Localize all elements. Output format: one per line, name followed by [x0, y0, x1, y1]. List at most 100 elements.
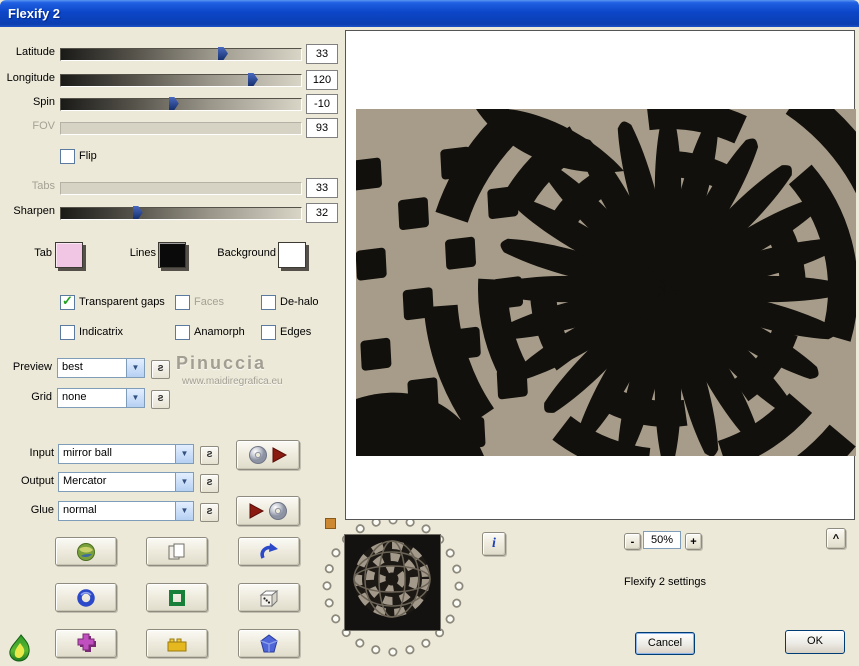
edges-checkbox[interactable]	[261, 325, 276, 340]
glue-step-marker[interactable]	[325, 518, 336, 529]
dice-icon	[259, 589, 279, 607]
output-s-button[interactable]: ƨ	[200, 474, 219, 493]
spin-value[interactable]: -10	[306, 94, 338, 114]
flip-checkbox[interactable]	[60, 149, 75, 164]
mirror-ball-preview-icon	[345, 535, 440, 630]
window-title: Flexify 2	[8, 6, 61, 21]
chevron-down-icon[interactable]: ▼	[126, 389, 144, 407]
input-thumbnail[interactable]	[344, 534, 441, 631]
tabs-label: Tabs	[31, 180, 55, 192]
input-s-button[interactable]: ƨ	[200, 446, 219, 465]
dehalo-label: De-halo	[280, 296, 319, 308]
globe-button[interactable]	[55, 537, 117, 566]
glue-select-value: normal	[63, 504, 97, 516]
gem-icon	[260, 633, 278, 652]
status-text: Flexify 2 settings	[624, 576, 706, 588]
sharpen-label: Sharpen	[13, 205, 55, 217]
output-label: Output	[20, 475, 54, 487]
undo-button[interactable]	[238, 537, 300, 566]
sharpen-slider[interactable]	[60, 206, 302, 220]
plus-icon: +	[690, 535, 697, 548]
input-render-button[interactable]	[236, 440, 300, 470]
grid-select[interactable]: none ▼	[57, 388, 145, 408]
cross-button[interactable]	[55, 629, 117, 658]
brick-icon	[167, 638, 187, 651]
anamorph-label: Anamorph	[194, 326, 245, 338]
preview-s-button[interactable]: ƨ	[151, 360, 170, 379]
minus-icon: -	[630, 535, 635, 548]
lines-color-swatch[interactable]	[158, 242, 186, 268]
zoom-in-button[interactable]: +	[685, 533, 702, 550]
input-label: Input	[29, 447, 54, 459]
tab-color-swatch[interactable]	[55, 242, 83, 268]
info-icon: i	[492, 536, 496, 551]
copy-icon	[168, 543, 185, 559]
flip-label: Flip	[79, 150, 97, 162]
faces-label: Faces	[194, 296, 224, 308]
globe-icon	[77, 542, 95, 561]
transparent-gaps-checkbox[interactable]: ✓	[60, 293, 75, 310]
brick-button[interactable]	[146, 629, 208, 658]
indicatrix-checkbox[interactable]	[60, 325, 75, 340]
undo-arrow-icon	[260, 542, 278, 559]
ring-icon	[77, 588, 95, 607]
ring-button[interactable]	[55, 583, 117, 612]
chevron-down-icon[interactable]: ▼	[175, 502, 193, 520]
output-select-value: Mercator	[63, 475, 107, 487]
green-square-icon	[169, 589, 185, 606]
copy-button[interactable]	[146, 537, 208, 566]
glue-select[interactable]: normal ▼	[58, 501, 194, 521]
collapse-button[interactable]: ^	[826, 528, 846, 549]
latitude-slider-thumb[interactable]	[218, 47, 228, 60]
longitude-slider-thumb[interactable]	[248, 73, 258, 86]
longitude-slider[interactable]	[60, 73, 302, 87]
tabs-slider	[60, 182, 302, 195]
info-button[interactable]: i	[482, 532, 506, 556]
dice-button[interactable]	[238, 583, 300, 612]
input-select[interactable]: mirror ball ▼	[58, 444, 194, 464]
lines-color-label: Lines	[129, 247, 156, 259]
gem-button[interactable]	[238, 629, 300, 658]
latitude-slider[interactable]	[60, 47, 302, 61]
square-button[interactable]	[146, 583, 208, 612]
play-cd-icon	[249, 502, 287, 520]
grid-s-button[interactable]: ƨ	[151, 390, 170, 409]
preview-panel	[345, 30, 856, 520]
fov-label: FOV	[32, 120, 55, 132]
faces-checkbox	[175, 295, 190, 310]
glue-morph-button[interactable]	[236, 496, 300, 526]
glue-s-button[interactable]: ƨ	[200, 503, 219, 522]
preview-label: Preview	[12, 361, 52, 373]
preview-select[interactable]: best ▼	[57, 358, 145, 378]
zoom-out-button[interactable]: -	[624, 533, 641, 550]
caret-up-icon: ^	[832, 532, 840, 545]
watermark-url: www.maidiregrafica.eu	[182, 376, 283, 387]
longitude-value[interactable]: 120	[306, 70, 338, 90]
spin-label: Spin	[32, 96, 55, 108]
chevron-down-icon[interactable]: ▼	[175, 445, 193, 463]
anamorph-checkbox[interactable]	[175, 325, 190, 340]
spin-slider[interactable]	[60, 97, 302, 111]
longitude-label: Longitude	[6, 72, 55, 84]
watermark-title: Pinuccia	[176, 353, 267, 373]
background-color-label: Background	[217, 247, 276, 259]
sharpen-slider-thumb[interactable]	[132, 206, 143, 219]
background-color-swatch[interactable]	[278, 242, 306, 268]
zoom-level[interactable]: 50%	[643, 531, 681, 549]
ok-button[interactable]: OK	[785, 630, 845, 654]
fov-value[interactable]: 93	[306, 118, 338, 138]
chevron-down-icon[interactable]: ▼	[126, 359, 144, 377]
spin-slider-thumb[interactable]	[168, 97, 179, 110]
dehalo-checkbox[interactable]	[261, 295, 276, 310]
latitude-value[interactable]: 33	[306, 44, 338, 64]
preview-image	[356, 109, 856, 456]
indicatrix-label: Indicatrix	[79, 326, 124, 338]
cross-icon	[77, 633, 96, 652]
tab-color-label: Tab	[34, 247, 52, 259]
tabs-value[interactable]: 33	[306, 178, 338, 198]
chevron-down-icon[interactable]: ▼	[175, 473, 193, 491]
sharpen-value[interactable]: 32	[306, 203, 338, 223]
cancel-button[interactable]: Cancel	[635, 632, 695, 655]
output-select[interactable]: Mercator ▼	[58, 472, 194, 492]
title-bar[interactable]: Flexify 2	[0, 0, 859, 27]
